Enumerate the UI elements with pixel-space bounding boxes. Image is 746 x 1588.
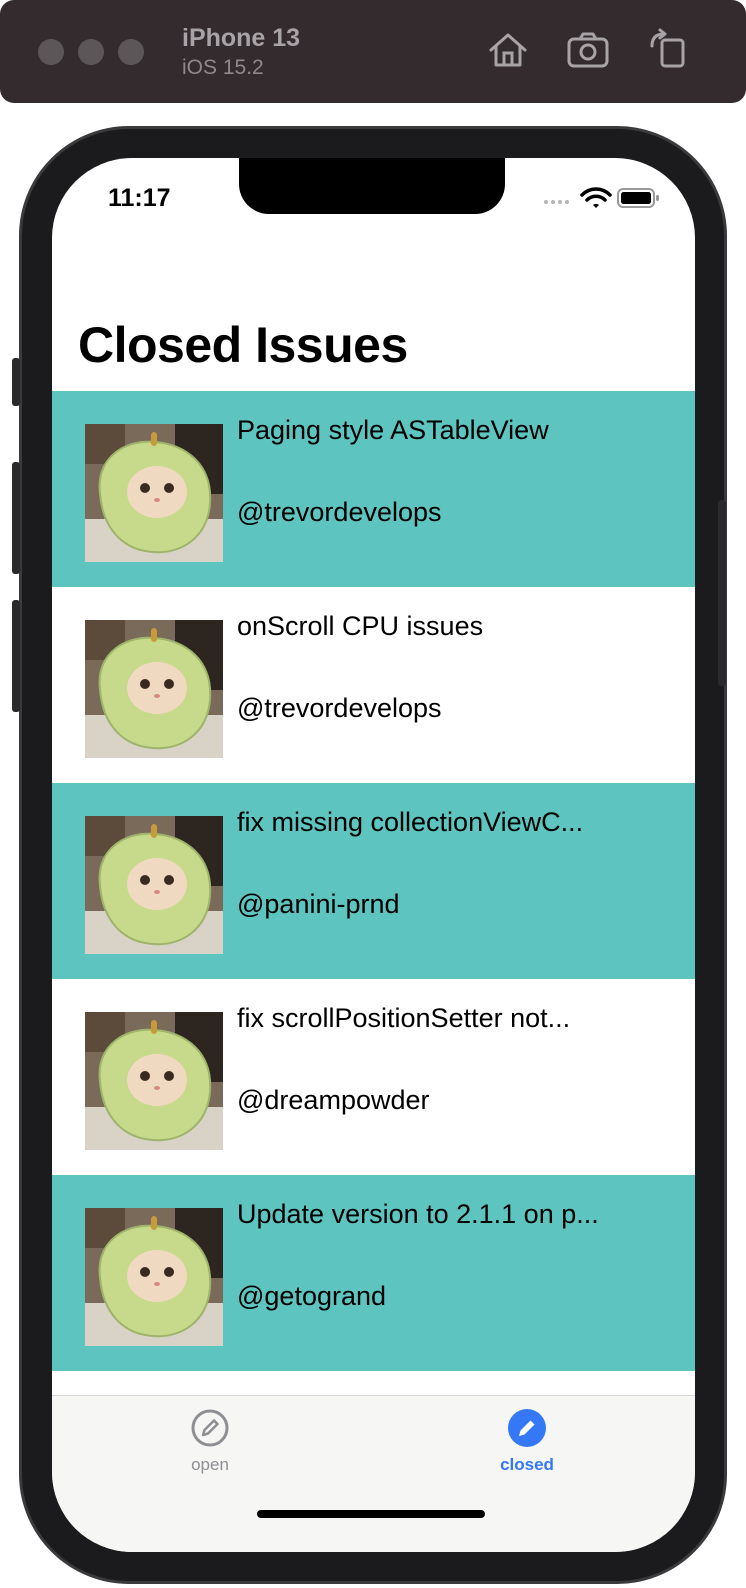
wifi-icon <box>580 187 612 208</box>
pencil-circle-icon <box>191 1409 229 1447</box>
issue-author: @getogrand <box>237 1281 387 1311</box>
avatar <box>85 424 223 562</box>
issue-author: @panini-prnd <box>237 889 400 919</box>
pencil-circle-filled-icon <box>508 1409 546 1447</box>
page-title: Closed Issues <box>78 317 408 373</box>
tab-open-label: open <box>191 1455 229 1474</box>
window-close-button[interactable] <box>38 39 64 65</box>
issue-row[interactable]: Paging style ASTableView @trevordevelops <box>52 391 695 587</box>
phone-screen: 11:17 Closed Issues Paging style ASTable… <box>52 158 695 1552</box>
tab-bar: open closed <box>52 1395 695 1552</box>
avatar <box>85 1012 223 1150</box>
home-indicator <box>257 1510 485 1518</box>
issue-author: @dreampowder <box>237 1085 430 1115</box>
home-icon[interactable] <box>486 28 530 72</box>
device-name: iPhone 13 <box>182 24 301 52</box>
volume-up-button <box>12 462 20 574</box>
window-zoom-button[interactable] <box>118 39 144 65</box>
tab-closed-label: closed <box>500 1455 554 1474</box>
avatar-image <box>85 1208 223 1346</box>
cellular-signal-icon <box>544 200 569 204</box>
volume-down-button <box>12 600 20 712</box>
issue-title: fix missing collectionViewC... <box>237 807 584 837</box>
mute-switch <box>12 358 20 406</box>
avatar-image <box>85 816 223 954</box>
status-time: 11:17 <box>108 184 171 212</box>
battery-icon <box>617 188 659 208</box>
issue-row[interactable]: fix missing collectionViewC... @panini-pr… <box>52 783 695 979</box>
avatar-image <box>85 620 223 758</box>
issue-author: @trevordevelops <box>237 693 442 723</box>
issue-row[interactable]: Update version to 2.1.1 on p... @getogran… <box>52 1175 695 1371</box>
avatar <box>85 816 223 954</box>
issue-title: Paging style ASTableView <box>237 415 549 445</box>
avatar <box>85 620 223 758</box>
status-icons <box>544 187 659 208</box>
issue-row[interactable]: onScroll CPU issues @trevordevelops <box>52 587 695 783</box>
power-button <box>718 500 726 686</box>
avatar-image <box>85 424 223 562</box>
issue-author: @trevordevelops <box>237 497 442 527</box>
rotate-icon[interactable] <box>646 28 690 72</box>
issue-title: fix scrollPositionSetter not... <box>237 1003 571 1033</box>
issue-title: onScroll CPU issues <box>237 611 484 641</box>
notch <box>239 158 505 214</box>
issue-title: Update version to 2.1.1 on p... <box>237 1199 599 1229</box>
issue-list: Paging style ASTableView @trevordevelops … <box>52 391 695 1371</box>
avatar-image <box>85 1012 223 1150</box>
window-minimize-button[interactable] <box>78 39 104 65</box>
avatar <box>85 1208 223 1346</box>
tab-closed[interactable]: closed <box>467 1408 587 1475</box>
device-os-version: iOS 15.2 <box>182 56 264 79</box>
tab-open[interactable]: open <box>150 1408 270 1475</box>
simulator-toolbar: iPhone 13 iOS 15.2 <box>0 0 746 103</box>
screenshot-icon[interactable] <box>566 28 610 72</box>
issue-row[interactable]: fix scrollPositionSetter not... @dreampow… <box>52 979 695 1175</box>
